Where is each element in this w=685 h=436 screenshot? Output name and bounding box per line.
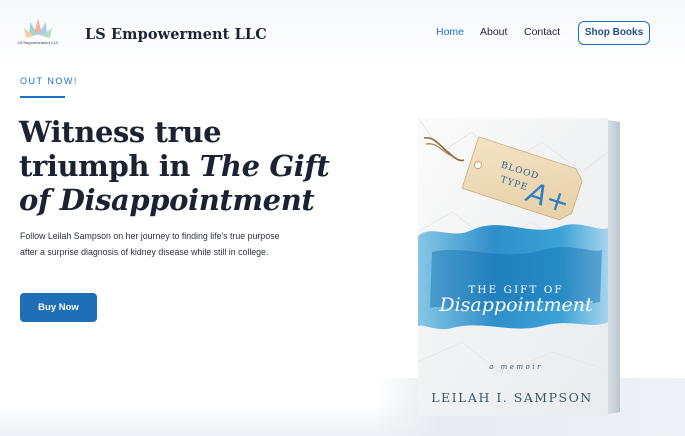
brand-name[interactable]: LS Empowerment LLC: [85, 26, 267, 43]
hero-headline: Witness true triumph in The Gift of Disa…: [19, 115, 349, 217]
svg-text:Disappointment: Disappointment: [438, 294, 593, 316]
buy-now-button[interactable]: Buy Now: [20, 293, 97, 322]
svg-text:LS Empowerment LLC: LS Empowerment LLC: [17, 41, 59, 45]
hero-description: Follow Leilah Sampson on her journey to …: [20, 231, 280, 257]
svg-text:LEILAH I. SAMPSON: LEILAH I. SAMPSON: [431, 390, 593, 405]
svg-text:a memoir: a memoir: [489, 363, 543, 371]
book-cover-image: THE GIFT OF Disappointment a memoir LEIL…: [417, 117, 620, 416]
eyebrow-divider: [20, 96, 65, 98]
company-logo[interactable]: LS Empowerment LLC: [14, 14, 62, 48]
nav-home[interactable]: Home: [436, 26, 464, 38]
shop-books-button[interactable]: Shop Books: [578, 21, 650, 45]
nav-about[interactable]: About: [480, 26, 507, 38]
site-header: LS Empowerment LLC LS Empowerment LLC Ho…: [0, 0, 685, 70]
nav-contact[interactable]: Contact: [524, 26, 560, 38]
out-now-label: OUT NOW!: [20, 76, 78, 86]
headline-text: Witness true triumph in: [19, 115, 222, 183]
